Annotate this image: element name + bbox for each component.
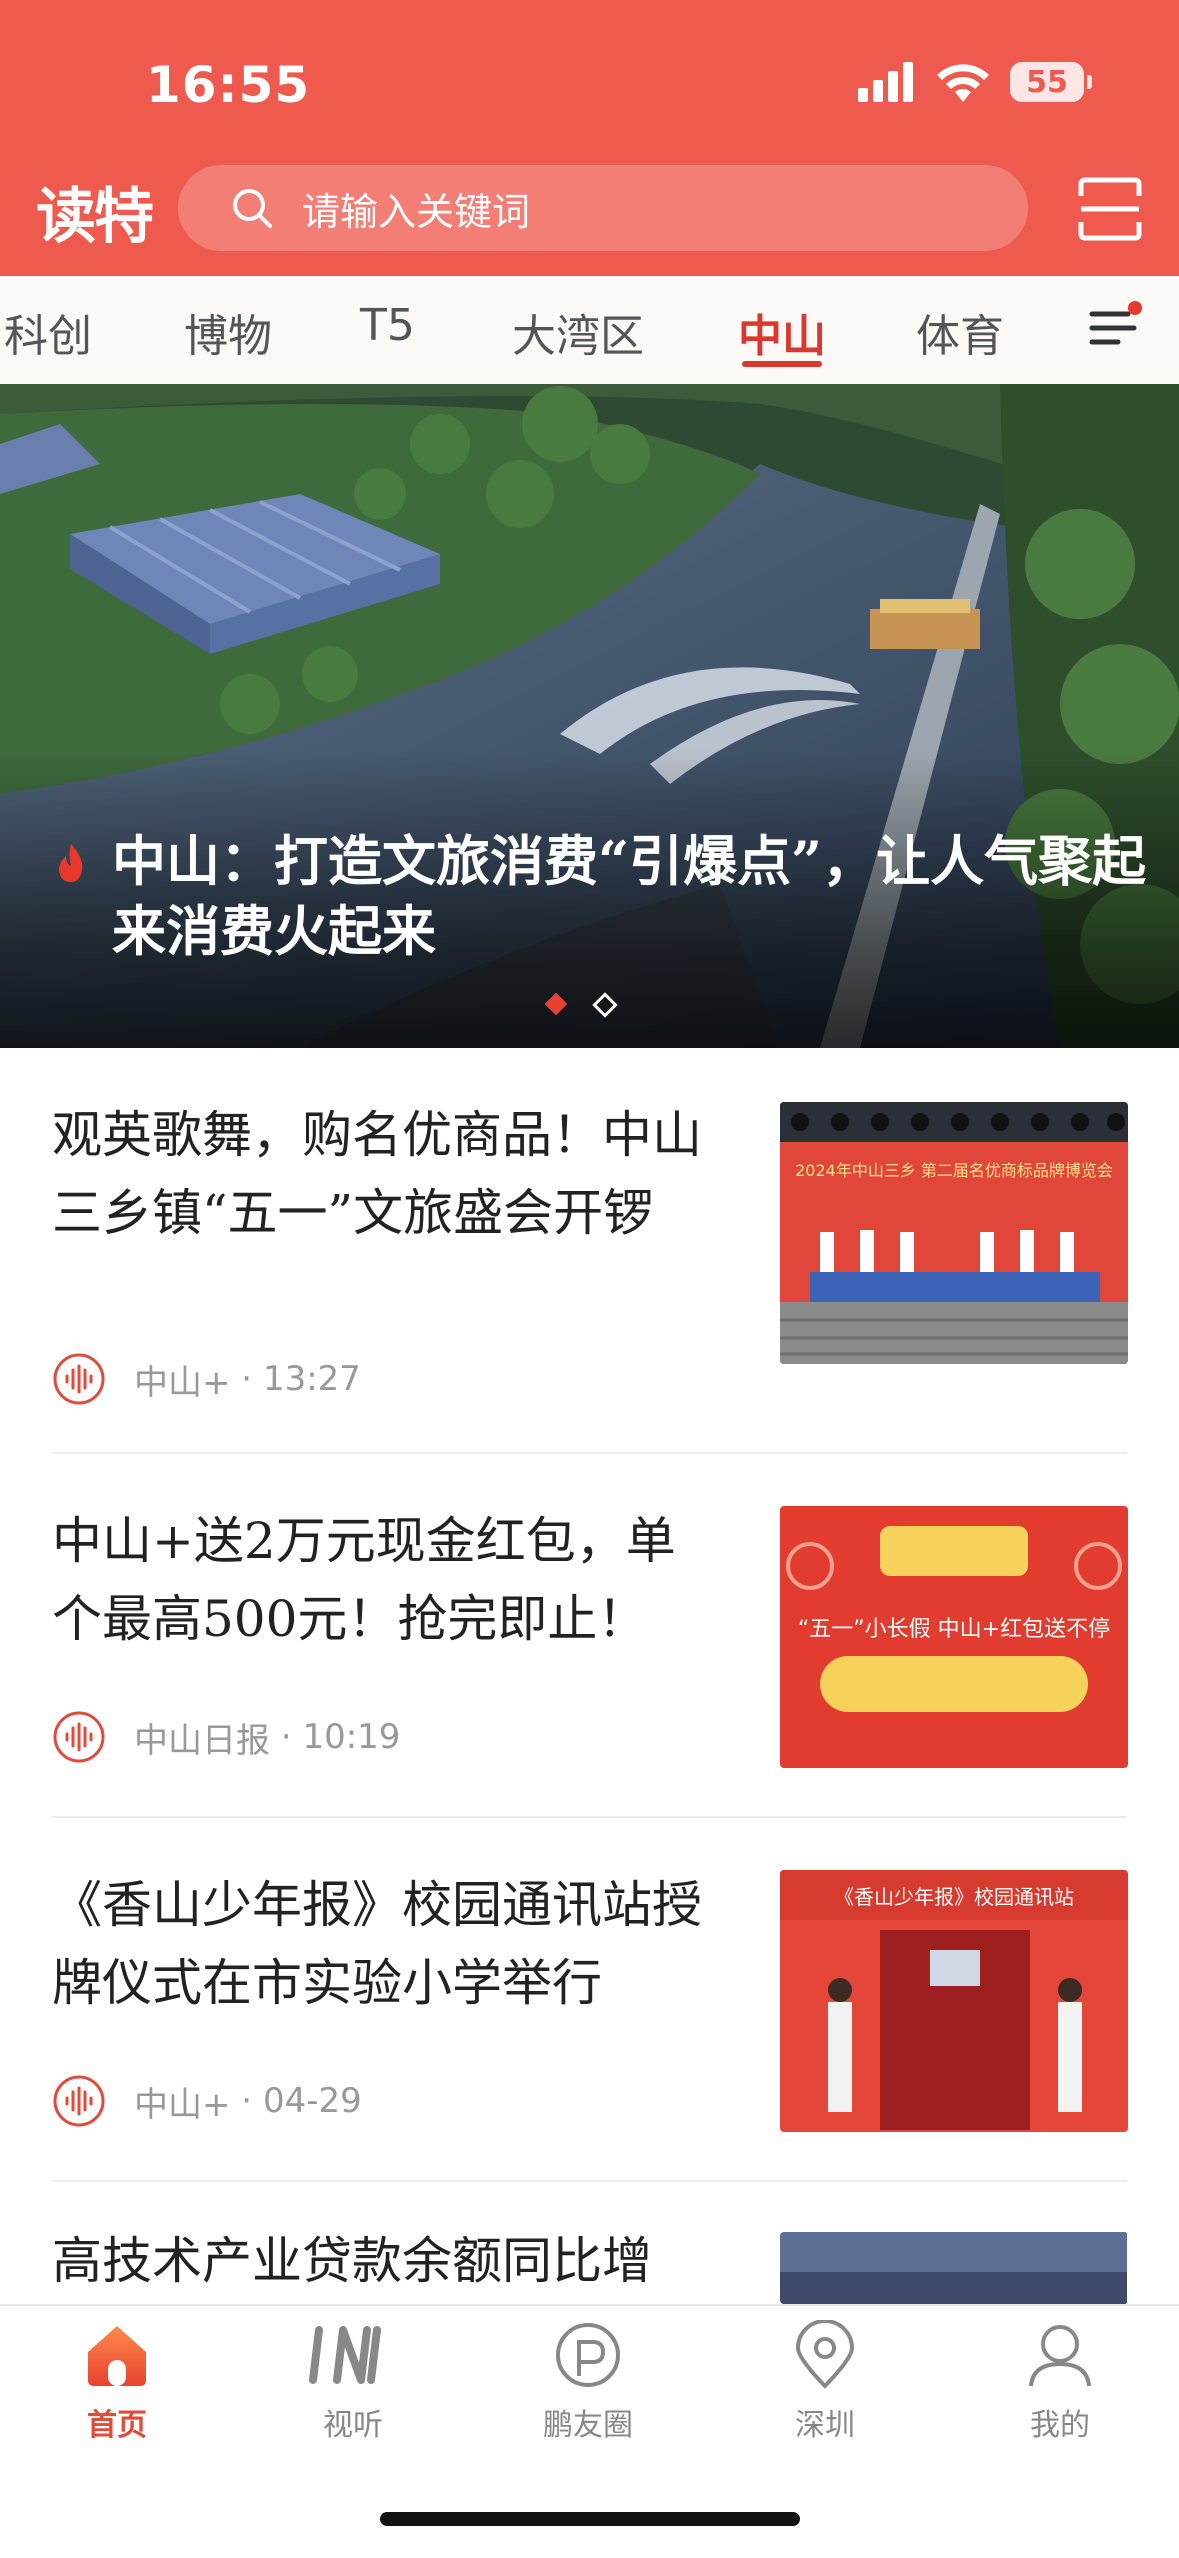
hero-banner[interactable]: 中山：打造文旅消费“引爆点”，让人气聚起来消费火起来	[0, 384, 1179, 1048]
article-thumbnail[interactable]	[780, 2232, 1127, 2304]
article-item[interactable]: 观英歌舞，购名优商品！中山三乡镇“五一”文旅盛会开锣 中山+ · 13:27 2…	[52, 1096, 1128, 1426]
article-thumbnail[interactable]: 《香山少年报》校园通讯站	[780, 1870, 1128, 2132]
battery-level: 55	[1026, 64, 1068, 100]
meta-separator: ·	[230, 1359, 263, 1399]
home-indicator[interactable]	[380, 2512, 800, 2526]
search-icon	[233, 189, 272, 228]
nav-shenzhen[interactable]: 深圳	[760, 2319, 890, 2444]
status-icons: 55	[858, 62, 1092, 102]
article-title[interactable]: 高技术产业贷款余额同比增	[52, 2222, 712, 2300]
thumb-caption: “五一”小长假 中山+红包送不停	[798, 1617, 1110, 1642]
thumb-redpacket-image: “五一”小长假 中山+红包送不停	[780, 1506, 1128, 1768]
status-time: 16:55	[146, 56, 311, 114]
person-icon	[1029, 2325, 1091, 2387]
article-meta: 中山+ · 13:27	[52, 1352, 361, 1406]
thumb-city-image	[780, 2232, 1127, 2304]
article-title[interactable]: 中山+送2万元现金红包，单个最高500元！抢完即止！	[52, 1502, 712, 1658]
nav-pengyouquan[interactable]: 鹏友圈	[523, 2320, 653, 2444]
article-time: 13:27	[262, 1359, 361, 1399]
audio-icon[interactable]	[52, 1710, 106, 1764]
tab-bowu[interactable]: 博物	[184, 300, 272, 364]
battery-indicator: 55	[1010, 62, 1092, 102]
meta-separator: ·	[230, 2081, 263, 2121]
carousel-dot[interactable]	[592, 992, 618, 1018]
nav-home[interactable]: 首页	[52, 2320, 182, 2444]
article-meta: 中山+ · 04-29	[52, 2074, 362, 2128]
app-header: 16:55 55 读特 请输入关键词	[0, 0, 1179, 276]
location-pin-icon	[795, 2319, 855, 2389]
signal-icon	[858, 62, 913, 102]
circle-p-icon	[556, 2323, 620, 2387]
nav-shiting[interactable]: 视听	[288, 2320, 418, 2444]
article-title[interactable]: 观英歌舞，购名优商品！中山三乡镇“五一”文旅盛会开锣	[52, 1096, 712, 1252]
carousel-dots	[544, 992, 618, 1018]
nav-label: 鹏友圈	[543, 2408, 633, 2443]
nav-label: 深圳	[795, 2408, 855, 2443]
thumb-caption: 2024年中山三乡 第二届名优商标品牌博览会	[795, 1161, 1113, 1180]
search-placeholder: 请输入关键词	[302, 189, 531, 234]
hero-title[interactable]: 中山：打造文旅消费“引爆点”，让人气聚起来消费火起来	[112, 826, 1152, 966]
article-thumbnail[interactable]: “五一”小长假 中山+红包送不停	[780, 1506, 1128, 1768]
scan-icon[interactable]	[1077, 176, 1143, 242]
tab-kechuang[interactable]: 科创	[4, 300, 92, 364]
article-time: 04-29	[262, 2081, 362, 2121]
wifi-icon	[937, 64, 989, 102]
meta-separator: ·	[270, 1717, 303, 1757]
search-bar[interactable]: 请输入关键词	[178, 165, 1028, 251]
divider	[52, 2180, 1127, 2182]
tab-t5[interactable]: T5	[360, 300, 415, 351]
carousel-dot-active[interactable]	[544, 992, 568, 1016]
article-item[interactable]: 《香山少年报》校园通讯站授牌仪式在市实验小学举行 中山+ · 04-29 《香山…	[52, 1866, 1128, 2136]
article-source: 中山日报	[134, 1720, 270, 1761]
nav-label: 视听	[323, 2408, 383, 2443]
article-title[interactable]: 《香山少年报》校园通讯站授牌仪式在市实验小学举行	[52, 1866, 712, 2022]
article-source: 中山+	[134, 2084, 231, 2125]
in-icon	[309, 2326, 381, 2384]
tab-zhongshan[interactable]: 中山	[738, 300, 826, 364]
thumb-caption: 《香山少年报》校园通讯站	[834, 1885, 1074, 1909]
home-icon	[88, 2326, 146, 2386]
audio-icon[interactable]	[52, 1352, 106, 1406]
article-item[interactable]: 高技术产业贷款余额同比增	[52, 2222, 1127, 2304]
thumb-stage-image: 2024年中山三乡 第二届名优商标品牌博览会	[780, 1102, 1128, 1364]
nav-mine[interactable]: 我的	[995, 2320, 1125, 2444]
article-meta: 中山日报 · 10:19	[52, 1710, 400, 1764]
app-logo[interactable]: 读特	[36, 168, 154, 255]
divider	[52, 1452, 1127, 1454]
active-tab-indicator	[742, 361, 822, 367]
article-item[interactable]: 中山+送2万元现金红包，单个最高500元！抢完即止！ 中山日报 · 10:19 …	[52, 1502, 1128, 1772]
article-time: 10:19	[302, 1717, 401, 1757]
thumb-ceremony-image: 《香山少年报》校园通讯站	[780, 1870, 1128, 2132]
article-source: 中山+	[134, 1362, 231, 1403]
divider	[52, 1816, 1127, 1818]
nav-label: 我的	[1030, 2408, 1090, 2443]
tab-tiyu[interactable]: 体育	[916, 300, 1004, 364]
channel-menu-icon[interactable]	[1088, 300, 1142, 354]
article-thumbnail[interactable]: 2024年中山三乡 第二届名优商标品牌博览会	[780, 1102, 1128, 1364]
nav-label: 首页	[87, 2408, 147, 2443]
tab-dawanqu[interactable]: 大湾区	[512, 300, 644, 364]
hot-flame-icon	[59, 844, 83, 882]
audio-icon[interactable]	[52, 2074, 106, 2128]
